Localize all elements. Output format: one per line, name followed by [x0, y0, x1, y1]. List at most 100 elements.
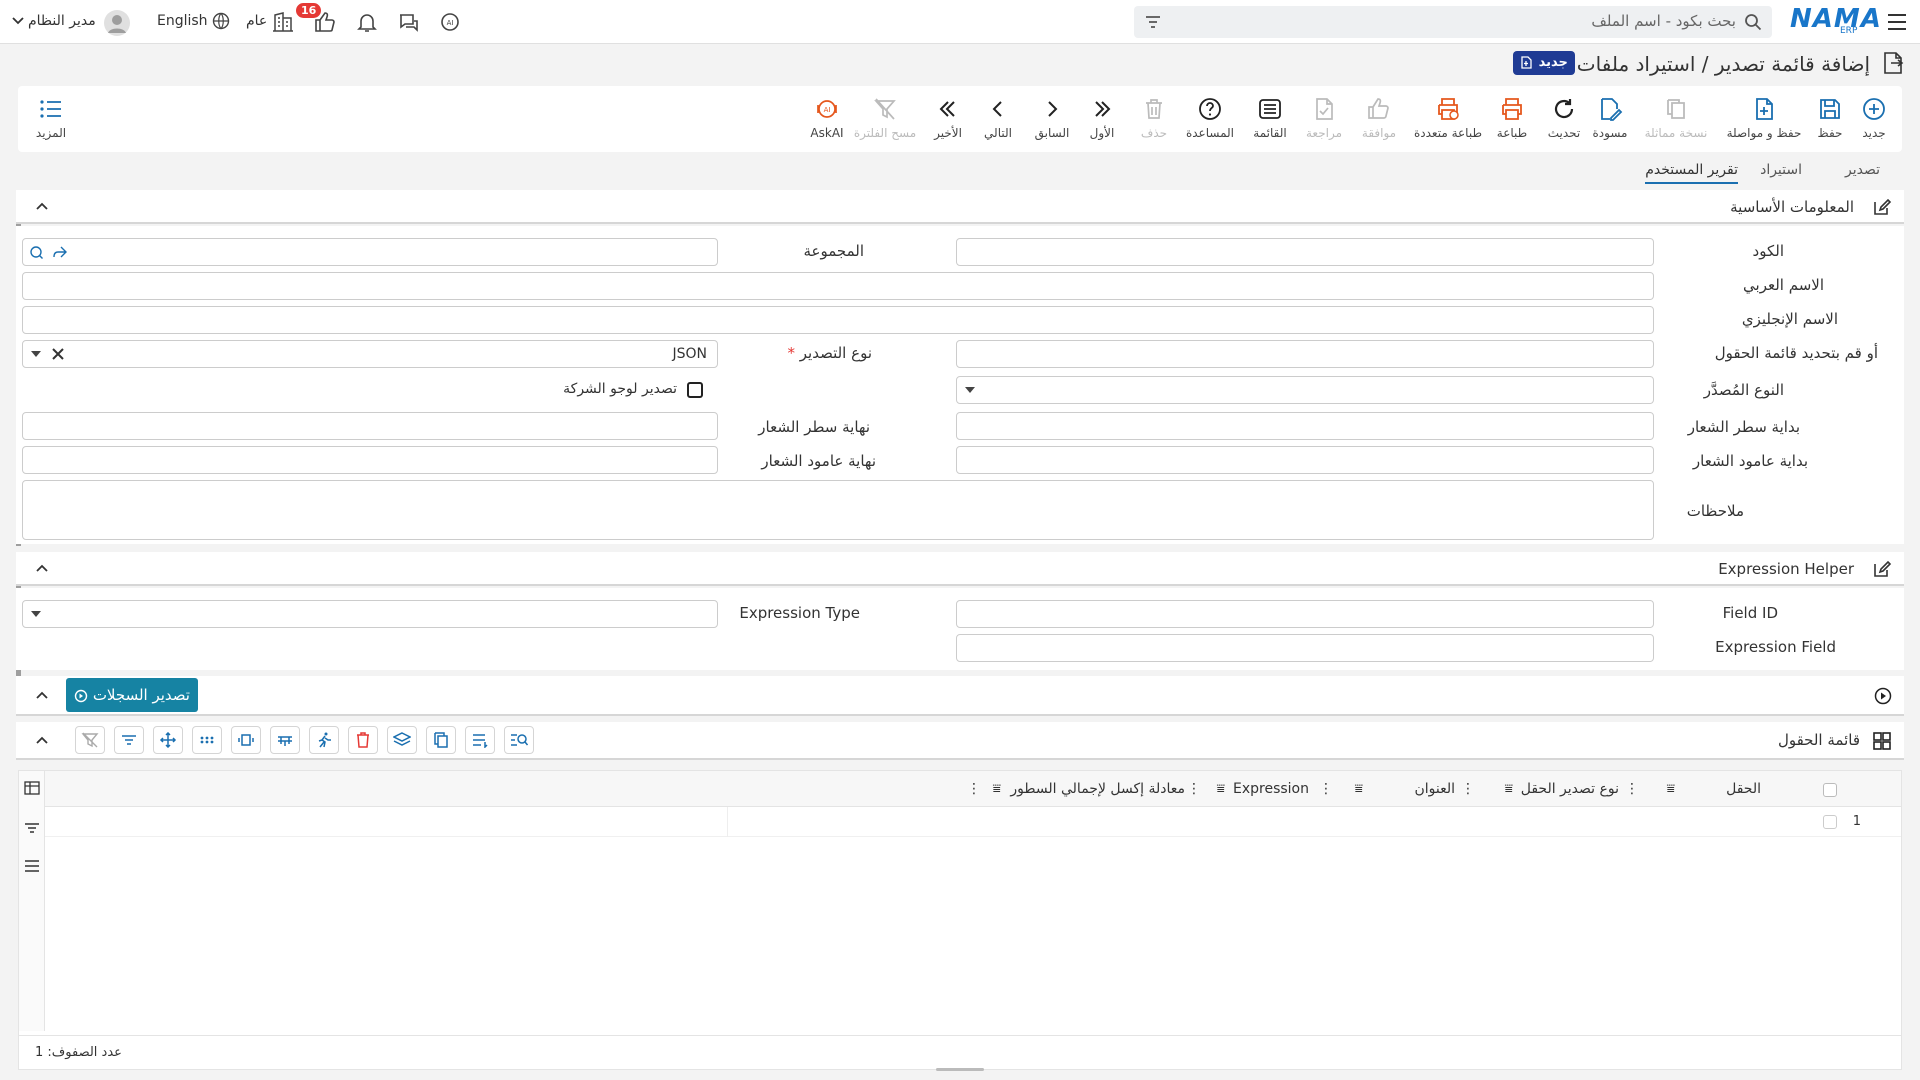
bell-icon[interactable]	[355, 10, 379, 34]
search-icon[interactable]	[1744, 13, 1762, 31]
row-checkbox[interactable]	[1823, 815, 1837, 829]
chevron-up-icon[interactable]	[34, 733, 50, 749]
notes-textarea[interactable]	[22, 480, 1654, 540]
table-settings-icon[interactable]	[24, 781, 40, 795]
user-avatar[interactable]	[104, 10, 130, 36]
expression-field-input[interactable]	[956, 634, 1654, 662]
column-filter-icon[interactable]: ⩸	[1216, 781, 1225, 797]
approve-button[interactable]: موافقة	[1354, 86, 1404, 152]
export-logo-checkbox[interactable]	[687, 382, 703, 398]
find-button[interactable]	[504, 726, 534, 754]
play-circle-icon[interactable]	[1874, 687, 1892, 705]
chevron-up-icon[interactable]	[34, 561, 50, 577]
print-button[interactable]: طباعة	[1492, 86, 1532, 152]
group-input[interactable]	[22, 238, 718, 266]
review-button[interactable]: مراجعة	[1300, 86, 1348, 152]
more-button[interactable]: المزيد	[26, 86, 76, 152]
export-type-select[interactable]: JSON	[22, 340, 718, 368]
clear-filter-button[interactable]: مسح الفلترة	[850, 86, 920, 152]
list-button[interactable]: القائمة	[1246, 86, 1294, 152]
code-input[interactable]	[956, 238, 1654, 266]
field-id-input[interactable]	[956, 600, 1654, 628]
logo-col-start-input[interactable]	[956, 446, 1654, 474]
logo-col-end-input[interactable]	[22, 446, 718, 474]
filter-button[interactable]	[114, 726, 144, 754]
column-filter-icon[interactable]: ⩸	[1504, 781, 1513, 797]
expression-helper-header[interactable]: Expression Helper	[16, 552, 1904, 586]
nama-logo[interactable]: NAMA ERP	[1790, 4, 1881, 38]
basic-info-header[interactable]: المعلومات الأساسية	[16, 190, 1904, 224]
clear-x-icon[interactable]	[51, 347, 65, 361]
share-icon[interactable]	[52, 244, 68, 260]
chat-icon[interactable]	[397, 10, 421, 34]
select-all-checkbox[interactable]	[1823, 783, 1837, 797]
hamburger-menu-icon[interactable]	[1884, 12, 1908, 36]
column-menu-icon[interactable]: ⋮	[1319, 781, 1333, 797]
column-header-excel-formula[interactable]: معادلة إكسل لإجمالي السطور	[1010, 781, 1185, 797]
ask-ai-button[interactable]: AI AskAI	[804, 86, 850, 152]
column-header-export-type[interactable]: نوع تصدير الحقل	[1521, 781, 1619, 797]
multi-print-button[interactable]: طباعة متعددة	[1408, 86, 1488, 152]
column-header-title[interactable]: العنوان	[1414, 781, 1455, 797]
search-refresh-icon[interactable]	[28, 244, 44, 260]
refresh-button[interactable]: تحديث	[1544, 86, 1584, 152]
search-input[interactable]	[1216, 12, 1736, 30]
column-menu-icon[interactable]: ⋮	[1625, 781, 1639, 797]
arabic-name-input[interactable]	[22, 272, 1654, 300]
help-button[interactable]: المساعدة	[1180, 86, 1240, 152]
save-continue-button[interactable]: حفظ و مواصلة	[1718, 86, 1810, 152]
building-icon[interactable]	[271, 10, 295, 34]
chevron-up-icon[interactable]	[34, 688, 50, 704]
move-button[interactable]	[153, 726, 183, 754]
filter-icon[interactable]	[1144, 14, 1162, 30]
last-record-button[interactable]: الأخير	[928, 86, 968, 152]
dropdown-arrow-icon[interactable]	[31, 351, 41, 357]
dropdown-arrow-icon[interactable]	[31, 611, 41, 617]
user-name[interactable]: مدير النظام	[28, 13, 96, 29]
table-row[interactable]: 1	[45, 807, 1901, 837]
column-menu-icon[interactable]: ⋮	[967, 781, 981, 797]
logo-row-start-input[interactable]	[956, 412, 1654, 440]
dropdown-arrow-icon[interactable]	[965, 387, 975, 393]
save-button[interactable]: حفظ	[1810, 86, 1850, 152]
column-header-expression[interactable]: Expression	[1233, 781, 1309, 797]
column-menu-icon[interactable]: ⋮	[1187, 781, 1201, 797]
column-filter-icon[interactable]: ⩸	[1354, 781, 1363, 797]
search-box[interactable]	[1134, 6, 1772, 38]
sort-lines-button[interactable]	[465, 726, 495, 754]
expression-type-select[interactable]	[22, 600, 718, 628]
first-record-button[interactable]: الأول	[1082, 86, 1122, 152]
column-menu-icon[interactable]: ⋮	[1461, 781, 1475, 797]
column-filter-icon[interactable]: ⩸	[1666, 781, 1675, 797]
tab-import[interactable]: استيراد	[1760, 162, 1802, 178]
english-name-input[interactable]	[22, 306, 1654, 334]
delete-row-button[interactable]	[348, 726, 378, 754]
globe-icon[interactable]	[206, 12, 230, 36]
language-toggle[interactable]: English	[157, 13, 208, 29]
column-filter-icon[interactable]: ⩸	[992, 781, 1001, 797]
chevron-up-icon[interactable]	[34, 199, 50, 215]
export-records-button[interactable]: تصدير السجلات	[66, 678, 198, 712]
fit-columns-button[interactable]	[231, 726, 261, 754]
column-header-field[interactable]: الحقل	[1726, 781, 1761, 797]
duplicate-button[interactable]: نسخة مماثلة	[1640, 86, 1712, 152]
general-label[interactable]: عام	[246, 13, 267, 29]
resize-handle[interactable]	[936, 1068, 984, 1071]
next-record-button[interactable]: التالي	[978, 86, 1018, 152]
chevron-down-icon[interactable]	[12, 16, 24, 26]
ai-assistant-icon[interactable]: AI	[438, 10, 462, 34]
tab-user-report[interactable]: تقرير المستخدم	[1645, 162, 1738, 184]
layers-button[interactable]	[387, 726, 417, 754]
clear-grid-filter-button[interactable]	[75, 726, 105, 754]
fields-list-input[interactable]	[956, 340, 1654, 368]
run-button[interactable]	[309, 726, 339, 754]
dots-grid-button[interactable]	[192, 726, 222, 754]
tab-export[interactable]: تصدير	[1845, 162, 1880, 178]
draft-button[interactable]: مسودة	[1586, 86, 1634, 152]
source-type-select[interactable]	[956, 376, 1654, 404]
filter-icon[interactable]	[24, 821, 40, 835]
copy-rows-button[interactable]	[426, 726, 456, 754]
columns-menu-icon[interactable]	[24, 859, 40, 873]
new-button[interactable]: جديد	[1852, 86, 1896, 152]
previous-record-button[interactable]: السابق	[1032, 86, 1072, 152]
